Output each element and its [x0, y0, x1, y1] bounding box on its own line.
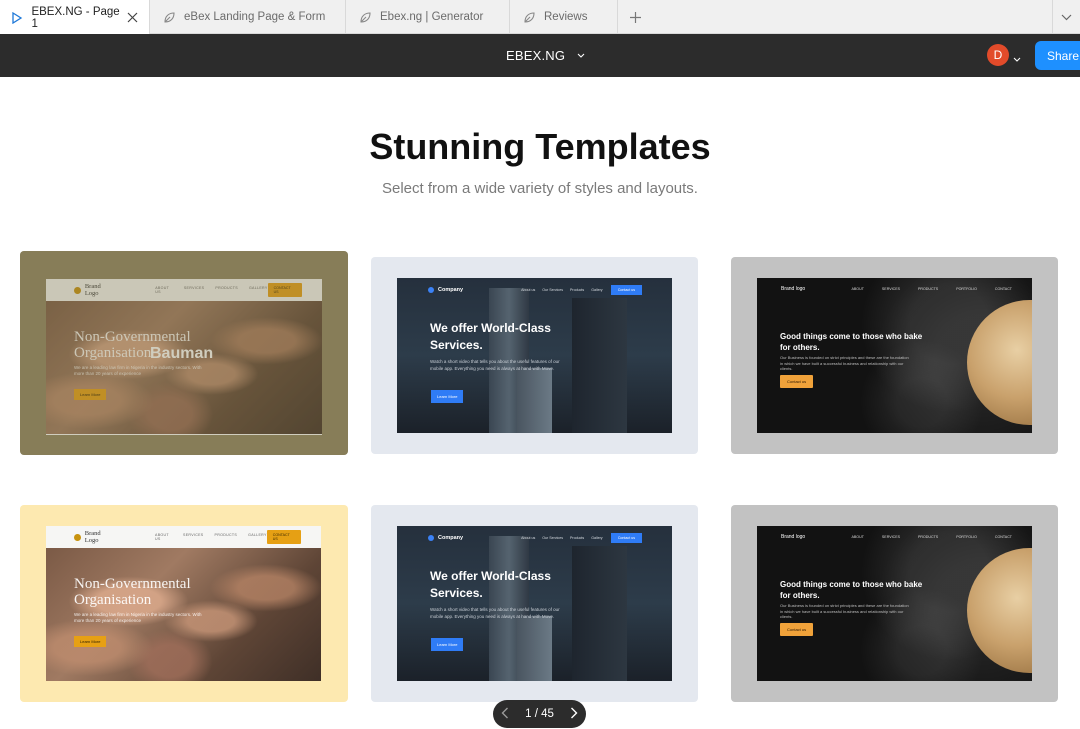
template-card-company[interactable]: Company About us Our Services Products G… — [371, 257, 698, 454]
tab-generator[interactable]: Ebex.ng | Generator — [346, 0, 510, 34]
thumbnail-nav: Brand logo ABOUT SERVICES PRODUCTS PORTF… — [757, 278, 1032, 300]
thumbnail-nav: Brand logo ABOUT SERVICES PRODUCTS PORTF… — [757, 526, 1032, 548]
template-thumbnail: Company About us Our Services Products G… — [397, 278, 672, 433]
logo-icon — [74, 533, 81, 541]
leaf-icon — [162, 10, 176, 24]
thumbnail-button: Contact us — [780, 375, 814, 388]
logo-icon — [428, 535, 434, 541]
leaf-icon — [522, 10, 536, 24]
tab-overflow-button[interactable] — [1052, 0, 1080, 34]
chevron-down-icon — [1061, 14, 1072, 20]
document-title-menu[interactable]: EBEX.NG — [506, 34, 585, 77]
thumbnail-title: We offer World-Class Services. — [430, 569, 551, 600]
logo-icon — [428, 287, 434, 293]
template-card-ngo[interactable]: Brand Logo ABOUT US SERVICES PRODUCTS GA… — [20, 505, 348, 702]
tab-label: eBex Landing Page & Form — [184, 11, 326, 23]
thumbnail-nav: Company About us Our Services Products G… — [397, 526, 672, 550]
template-card-company[interactable]: Company About us Our Services Products G… — [371, 505, 698, 702]
thumbnail-button: Learn More — [74, 636, 107, 647]
thumbnail-nav: Company About us Our Services Products G… — [397, 278, 672, 302]
thumbnail-button: Contact us — [780, 623, 814, 636]
template-thumbnail: Company About us Our Services Products G… — [397, 526, 672, 681]
tab-bar: EBEX.NG - Page 1 eBex Landing Page & For… — [0, 0, 1080, 35]
chevron-down-icon[interactable] — [1013, 49, 1021, 67]
thumbnail-desc: Watch a short video that tells you about… — [430, 359, 560, 371]
tab-label: EBEX.NG - Page 1 — [31, 5, 120, 30]
thumbnail-cta: Contact us — [610, 533, 642, 543]
thumbnail-brand: Brand logo — [781, 534, 806, 540]
page-indicator: 1 / 45 — [525, 708, 554, 720]
thumbnail-desc: Our Business is founded on strict princi… — [780, 355, 909, 371]
thumbnail-button: Learn More — [431, 638, 464, 651]
thumbnail-title: Good things come to those who bake for o… — [780, 332, 923, 352]
tab-label: Ebex.ng | Generator — [380, 11, 484, 23]
thumbnail-cta: CONTACT US — [266, 530, 301, 544]
tab-landing-page[interactable]: eBex Landing Page & Form — [150, 0, 346, 34]
avatar[interactable]: D — [987, 44, 1009, 66]
thumbnail-title: Good things come to those who bake for o… — [780, 580, 923, 600]
thumbnail-brand: Company — [438, 287, 464, 293]
thumbnail-desc: We are a leading law firm in Nigeria in … — [74, 612, 202, 623]
tab-reviews[interactable]: Reviews — [510, 0, 618, 34]
thumbnail-cta: Contact us — [610, 285, 642, 295]
share-button[interactable]: Share — [1035, 41, 1080, 70]
thumbnail-brand: Brand logo — [781, 286, 806, 292]
document-title: EBEX.NG — [506, 48, 566, 63]
new-tab-button[interactable] — [618, 0, 652, 34]
page-subtitle: Select from a wide variety of styles and… — [382, 180, 698, 197]
template-thumbnail: Brand logo ABOUT SERVICES PRODUCTS PORTF… — [757, 526, 1032, 681]
thumbnail-brand: Brand Logo — [84, 530, 101, 544]
thumbnail-links: ABOUT SERVICES PRODUCTS PORTFOLIO CONTAC… — [851, 287, 1012, 291]
close-icon[interactable] — [126, 11, 139, 25]
chevron-left-icon[interactable] — [501, 707, 509, 722]
toolbar: EBEX.NG D Share — [0, 34, 1080, 77]
template-card-bakery[interactable]: Brand logo ABOUT SERVICES PRODUCTS PORTF… — [731, 505, 1058, 702]
page-title: Stunning Templates — [369, 126, 711, 167]
thumbnail-title: Non-Governmental Organisation — [74, 576, 191, 608]
thumbnail-links: ABOUT US SERVICES PRODUCTS GALLERY — [155, 533, 267, 541]
tab-ebex-page-1[interactable]: EBEX.NG - Page 1 — [0, 0, 150, 35]
pagination-control: 1 / 45 — [493, 700, 586, 728]
template-card-ngo-bauman[interactable]: Brand Logo ABOUT US SERVICES PRODUCTS GA… — [20, 251, 348, 455]
leaf-icon — [358, 10, 372, 24]
thumbnail-nav: Brand Logo ABOUT US SERVICES PRODUCTS GA… — [46, 526, 321, 548]
thumbnail-links: ABOUT SERVICES PRODUCTS PORTFOLIO CONTAC… — [851, 535, 1012, 539]
chevron-right-icon[interactable] — [570, 707, 578, 722]
thumbnail-links: About us Our Services Products Gallery — [521, 536, 603, 540]
play-icon — [10, 11, 23, 25]
tab-label: Reviews — [544, 11, 588, 23]
plus-icon — [629, 11, 641, 23]
template-thumbnail: Brand Logo ABOUT US SERVICES PRODUCTS GA… — [46, 526, 321, 681]
template-card-bakery[interactable]: Brand logo ABOUT SERVICES PRODUCTS PORTF… — [731, 257, 1058, 454]
chevron-down-icon — [577, 53, 585, 58]
thumbnail-brand: Company — [438, 535, 464, 541]
thumbnail-title: We offer World-Class Services. — [430, 321, 551, 352]
thumbnail-button: Learn More — [431, 390, 464, 403]
thumbnail-desc: Our Business is founded on strict princi… — [780, 603, 909, 619]
template-thumbnail: Brand logo ABOUT SERVICES PRODUCTS PORTF… — [757, 278, 1032, 433]
selection-overlay — [20, 251, 348, 455]
thumbnail-links: About us Our Services Products Gallery — [521, 288, 603, 292]
thumbnail-desc: Watch a short video that tells you about… — [430, 607, 560, 619]
